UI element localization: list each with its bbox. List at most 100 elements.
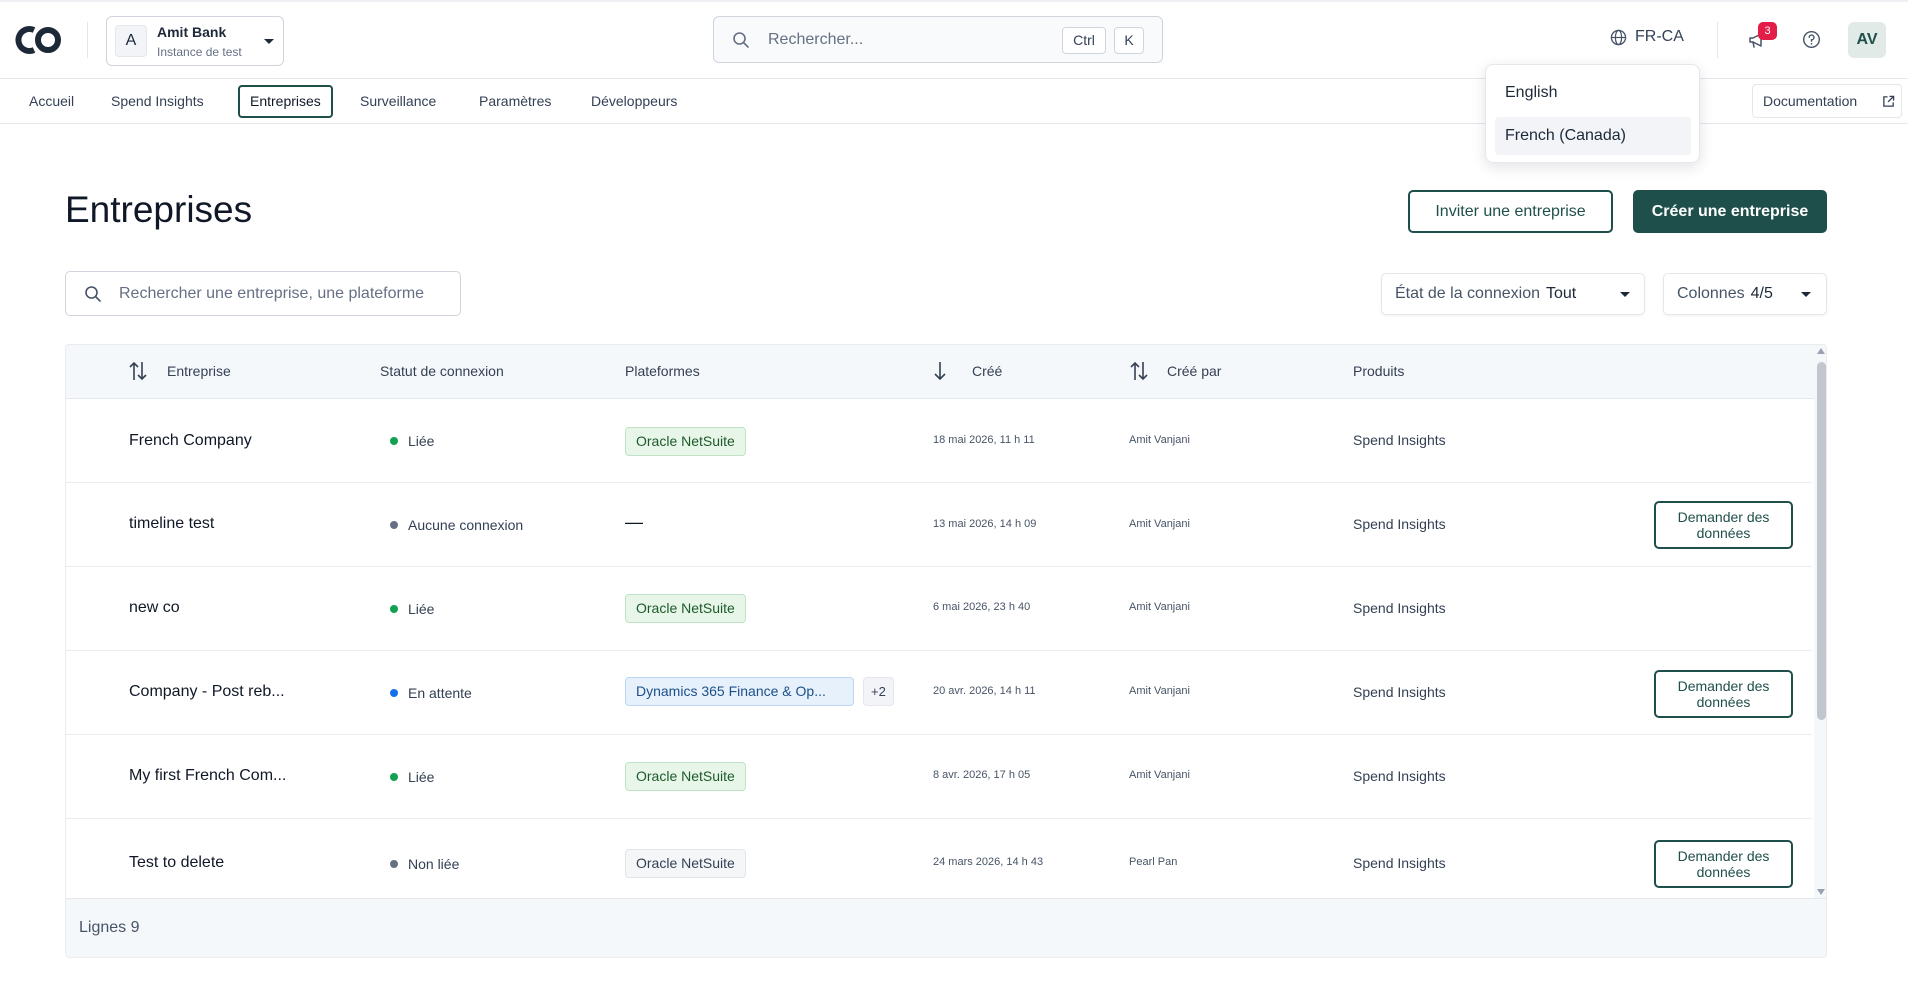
language-option-english[interactable]: English (1495, 74, 1691, 112)
search-placeholder: Rechercher... (768, 31, 864, 48)
status-dot (390, 605, 398, 613)
column-header-platforms: Plateformes (625, 363, 700, 379)
sort-icon[interactable] (128, 360, 148, 382)
org-subtitle: Instance de test (157, 45, 242, 59)
user-avatar[interactable]: AV (1848, 22, 1886, 58)
product: Spend Insights (1353, 768, 1446, 784)
connection-filter-value: Tout (1546, 285, 1577, 302)
tab-accueil[interactable]: Accueil (19, 85, 84, 118)
created-date: 24 mars 2026, 14 h 43 (933, 856, 1044, 868)
status-label: Liée (408, 433, 435, 449)
status-dot (390, 521, 398, 529)
company-name[interactable]: timeline test (129, 515, 214, 533)
scroll-down-icon[interactable] (1817, 889, 1825, 895)
tab-spend-insights[interactable]: Spend Insights (101, 85, 214, 118)
tab-surveillance[interactable]: Surveillance (350, 85, 446, 118)
column-header-status: Statut de connexion (380, 363, 504, 379)
company-search-input[interactable] (119, 282, 453, 306)
product: Spend Insights (1353, 516, 1446, 532)
created-by: Amit Vanjani (1129, 769, 1190, 781)
language-code: FR-CA (1635, 28, 1684, 45)
platform-chip: Oracle NetSuite (625, 594, 746, 623)
scroll-up-icon[interactable] (1817, 348, 1825, 354)
created-by: Amit Vanjani (1129, 518, 1190, 530)
status-label: En attente (408, 685, 472, 701)
connection-status: Aucune connexion (390, 517, 523, 533)
top-line (0, 0, 1908, 2)
documentation-button[interactable]: Documentation (1752, 84, 1902, 118)
divider (87, 22, 88, 58)
language-menu: English French (Canada) (1485, 64, 1700, 163)
status-dot (390, 437, 398, 445)
table-row[interactable]: My first French Com... Liée Oracle NetSu… (66, 736, 1812, 819)
language-option-french-canada[interactable]: French (Canada) (1495, 117, 1691, 155)
connection-status: En attente (390, 685, 472, 701)
companies-table: Entreprise Statut de connexion Plateform… (65, 344, 1827, 958)
sort-icon[interactable] (1129, 360, 1149, 382)
platform-chip: Dynamics 365 Finance & Op... (625, 677, 854, 706)
more-platforms-badge[interactable]: +2 (863, 677, 894, 706)
created-date: 18 mai 2026, 11 h 11 (933, 434, 1035, 446)
status-dot (390, 689, 398, 697)
help-icon[interactable] (1802, 30, 1821, 49)
status-dot (390, 860, 398, 868)
connection-state-filter[interactable]: État de la connexion Tout (1381, 273, 1645, 315)
language-switcher[interactable]: FR-CA (1610, 28, 1684, 46)
org-switcher[interactable]: A Amit Bank Instance de test (106, 16, 284, 66)
sort-descending-icon[interactable] (932, 360, 948, 382)
row-count: Lignes 9 (79, 919, 140, 936)
product: Spend Insights (1353, 684, 1446, 700)
status-dot (390, 773, 398, 781)
divider (1717, 22, 1718, 58)
brand-logo-icon[interactable] (14, 22, 64, 58)
column-header-company[interactable]: Entreprise (167, 363, 231, 379)
platform-chip: Oracle NetSuite (625, 427, 746, 456)
connection-status: Liée (390, 433, 434, 449)
columns-filter-value: 4/5 (1750, 285, 1773, 302)
created-by: Amit Vanjani (1129, 685, 1190, 697)
column-header-created[interactable]: Créé (972, 363, 1002, 379)
connection-status: Non liée (390, 856, 459, 872)
company-search (65, 271, 461, 316)
table-row[interactable]: new co Liée Oracle NetSuite 6 mai 2026, … (66, 568, 1812, 651)
tab-entreprises[interactable]: Entreprises (238, 85, 333, 118)
request-data-button[interactable]: Demander des données (1654, 501, 1793, 549)
connection-status: Liée (390, 769, 434, 785)
request-data-button[interactable]: Demander des données (1654, 840, 1793, 888)
connection-status: Liée (390, 601, 434, 617)
search-icon (85, 286, 101, 302)
company-name[interactable]: My first French Com... (129, 767, 286, 785)
status-label: Non liée (408, 856, 460, 872)
company-name[interactable]: Company - Post reb... (129, 683, 285, 701)
request-data-button[interactable]: Demander des données (1654, 670, 1793, 718)
globe-icon (1610, 29, 1627, 45)
tab-developpeurs[interactable]: Développeurs (581, 85, 687, 118)
table-row[interactable]: timeline test Aucune connexion — 13 mai … (66, 484, 1812, 567)
product: Spend Insights (1353, 432, 1446, 448)
global-search[interactable]: Rechercher... Ctrl K (713, 16, 1163, 63)
platform-empty: — (625, 512, 643, 532)
company-name[interactable]: new co (129, 599, 180, 617)
table-row[interactable]: Company - Post reb... En attente Dynamic… (66, 652, 1812, 735)
tab-parametres[interactable]: Paramètres (469, 85, 561, 118)
page-title: Entreprises (65, 189, 253, 230)
created-date: 6 mai 2026, 23 h 40 (933, 601, 1031, 613)
column-header-created-by[interactable]: Créé par (1167, 363, 1221, 379)
connection-filter-label: État de la connexion (1395, 285, 1540, 302)
scrollbar-thumb[interactable] (1817, 362, 1826, 720)
org-avatar: A (115, 25, 147, 57)
platform-chip: Oracle NetSuite (625, 762, 746, 791)
created-date: 13 mai 2026, 14 h 09 (933, 518, 1037, 530)
create-company-button[interactable]: Créer une entreprise (1633, 190, 1827, 233)
created-date: 8 avr. 2026, 17 h 05 (933, 769, 1031, 781)
invite-company-button[interactable]: Inviter une entreprise (1408, 190, 1613, 233)
company-name[interactable]: French Company (129, 432, 252, 450)
chevron-down-icon (1620, 292, 1630, 297)
table-row[interactable]: Test to delete Non liée Oracle NetSuite … (66, 820, 1812, 898)
columns-filter-label: Colonnes (1677, 285, 1745, 302)
kbd-ctrl: Ctrl (1062, 27, 1106, 54)
table-row[interactable]: French Company Liée Oracle NetSuite 18 m… (66, 400, 1812, 483)
chevron-down-icon (1801, 292, 1811, 297)
company-name[interactable]: Test to delete (129, 854, 224, 872)
columns-filter[interactable]: Colonnes 4/5 (1663, 273, 1827, 315)
